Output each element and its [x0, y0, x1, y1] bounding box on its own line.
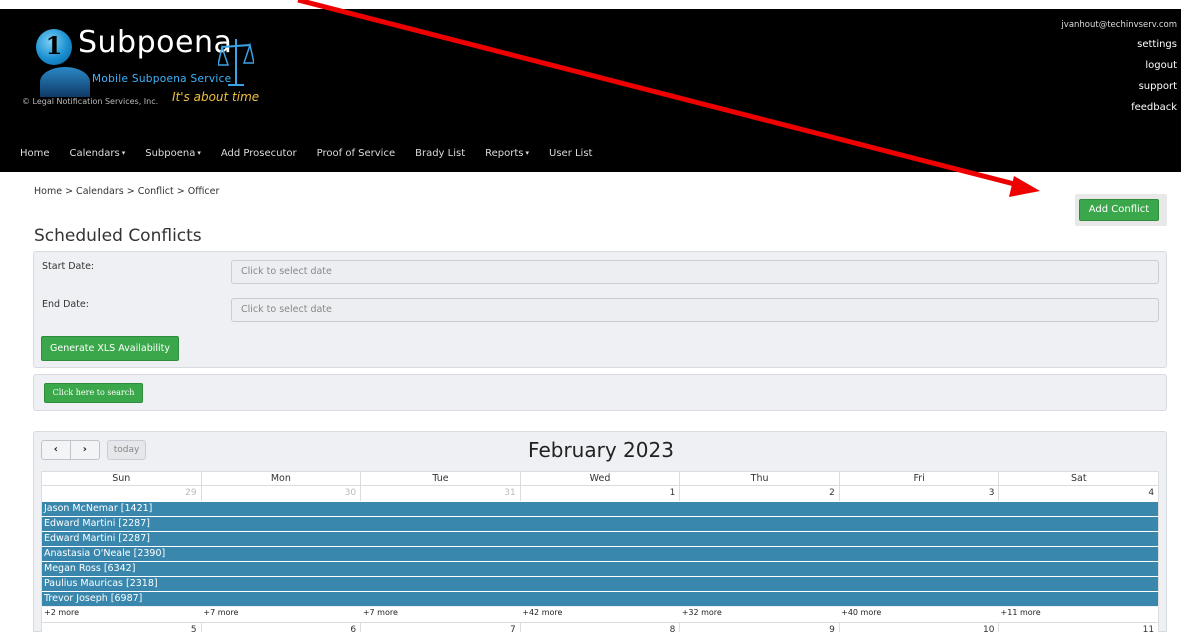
more-link[interactable]: +2 more	[42, 607, 201, 622]
generate-xls-button[interactable]: Generate XLS Availability	[41, 336, 179, 361]
day-number[interactable]: 3	[840, 486, 1000, 501]
user-email: jvanhout@techinvserv.com	[1061, 20, 1177, 30]
day-number[interactable]: 7	[361, 623, 521, 632]
start-date-label: Start Date:	[42, 261, 95, 272]
day-number[interactable]: 2	[680, 486, 840, 501]
logo-badge-icon: 1	[36, 29, 72, 65]
logout-link[interactable]: logout	[1061, 55, 1177, 76]
calendar-title: February 2023	[528, 438, 674, 462]
day-number[interactable]: 9	[680, 623, 840, 632]
logo-tagline: It's about time	[172, 90, 260, 104]
nav-brady-list[interactable]: Brady List	[415, 148, 465, 159]
nav-user-list[interactable]: User List	[549, 148, 592, 159]
search-button[interactable]: Click here to search	[44, 383, 143, 403]
dow-wed: Wed	[521, 472, 681, 485]
end-date-label: End Date:	[42, 299, 89, 310]
add-conflict-button[interactable]: Add Conflict	[1079, 199, 1159, 221]
start-date-input[interactable]: Click to select date	[231, 260, 1159, 284]
nav-add-prosecutor[interactable]: Add Prosecutor	[221, 148, 297, 159]
more-link[interactable]: +42 more	[520, 607, 679, 622]
user-menu: jvanhout@techinvserv.com settings logout…	[1061, 19, 1177, 118]
calendar-event[interactable]: Anastasia O'Neale [2390]	[42, 547, 1158, 561]
more-link[interactable]: +11 more	[999, 607, 1158, 622]
nav-subpoena[interactable]: Subpoena ▾	[145, 148, 201, 159]
week-1-day-numbers: 29 30 31 1 2 3 4	[41, 486, 1159, 501]
calendar-event[interactable]: Paulius Mauricas [2318]	[42, 577, 1158, 591]
dow-sat: Sat	[1070, 473, 1087, 484]
scales-of-justice-icon	[218, 39, 254, 86]
logo-name: Subpoena	[78, 25, 233, 60]
nav-home[interactable]: Home	[20, 148, 50, 159]
page-title: Scheduled Conflicts	[34, 226, 202, 246]
more-link[interactable]: +7 more	[201, 607, 360, 622]
dow-mon: Mon	[202, 472, 362, 485]
calendar-panel: ‹ › today February 2023 Sun Mon Tue Wed …	[33, 431, 1167, 632]
week-1-more-links: +2 more +7 more +7 more +42 more +32 mor…	[41, 607, 1159, 622]
caret-down-icon: ▾	[525, 148, 530, 157]
calendar-grid: Sun Mon Tue Wed Thu Fri Sat 29 30 31 1 2…	[41, 471, 1159, 632]
caret-down-icon: ▾	[121, 148, 126, 157]
day-number[interactable]: 1	[521, 486, 681, 501]
nav-calendars[interactable]: Calendars ▾	[70, 148, 126, 159]
logo-subtitle: Mobile Subpoena Service	[92, 73, 232, 85]
day-number[interactable]: 6	[202, 623, 362, 632]
more-link[interactable]: +32 more	[680, 607, 839, 622]
app-header: 1 Subpoena Mobile Subpoena Service © Leg…	[0, 9, 1181, 172]
day-number[interactable]: 29	[42, 486, 202, 501]
day-number[interactable]: 4	[999, 486, 1158, 501]
week-2-day-numbers: 5 6 7 8 9 10 11	[41, 622, 1159, 632]
calendar-event[interactable]: Edward Martini [2287]	[42, 532, 1158, 546]
week-1-events: Jason McNemar [1421] Edward Martini [228…	[41, 501, 1159, 606]
date-filter-panel: Start Date: Click to select date End Dat…	[33, 251, 1167, 368]
add-conflict-container: Add Conflict	[1075, 194, 1167, 226]
dow-tue: Tue	[361, 472, 521, 485]
more-link[interactable]: +7 more	[361, 607, 520, 622]
day-number[interactable]: 5	[42, 623, 202, 632]
logo-copyright: © Legal Notification Services, Inc.	[22, 97, 159, 106]
support-link[interactable]: support	[1061, 76, 1177, 97]
app-logo[interactable]: 1 Subpoena Mobile Subpoena Service © Leg…	[22, 25, 262, 107]
more-link[interactable]: +40 more	[839, 607, 998, 622]
dow-thu: Thu	[680, 472, 840, 485]
nav-reports[interactable]: Reports ▾	[485, 148, 529, 159]
day-of-week-header: Sun Mon Tue Wed Thu Fri Sat	[41, 471, 1159, 486]
dow-fri: Fri	[840, 472, 1000, 485]
feedback-link[interactable]: feedback	[1061, 97, 1177, 118]
search-panel: Click here to search	[33, 374, 1167, 411]
calendar-event[interactable]: Trevor Joseph [6987]	[42, 592, 1158, 606]
top-strip	[0, 0, 1181, 9]
day-number[interactable]: 8	[521, 623, 681, 632]
day-number[interactable]: 10	[840, 623, 1000, 632]
end-date-input[interactable]: Click to select date	[231, 298, 1159, 322]
day-number[interactable]: 30	[202, 486, 362, 501]
calendar-event[interactable]: Jason McNemar [1421]	[42, 502, 1158, 516]
day-number[interactable]: 11	[999, 623, 1158, 632]
calendar-event[interactable]: Edward Martini [2287]	[42, 517, 1158, 531]
nav-proof-of-service[interactable]: Proof of Service	[317, 148, 395, 159]
caret-down-icon: ▾	[197, 148, 201, 157]
breadcrumb: Home > Calendars > Conflict > Officer	[34, 186, 220, 197]
settings-link[interactable]: settings	[1061, 34, 1177, 55]
main-nav: Home Calendars ▾ Subpoena ▾ Add Prosecutor…	[0, 143, 612, 163]
calendar-event[interactable]: Megan Ross [6342]	[42, 562, 1158, 576]
dow-sun: Sun	[42, 472, 202, 485]
day-number[interactable]: 31	[361, 486, 521, 501]
globe-icon	[40, 67, 90, 97]
